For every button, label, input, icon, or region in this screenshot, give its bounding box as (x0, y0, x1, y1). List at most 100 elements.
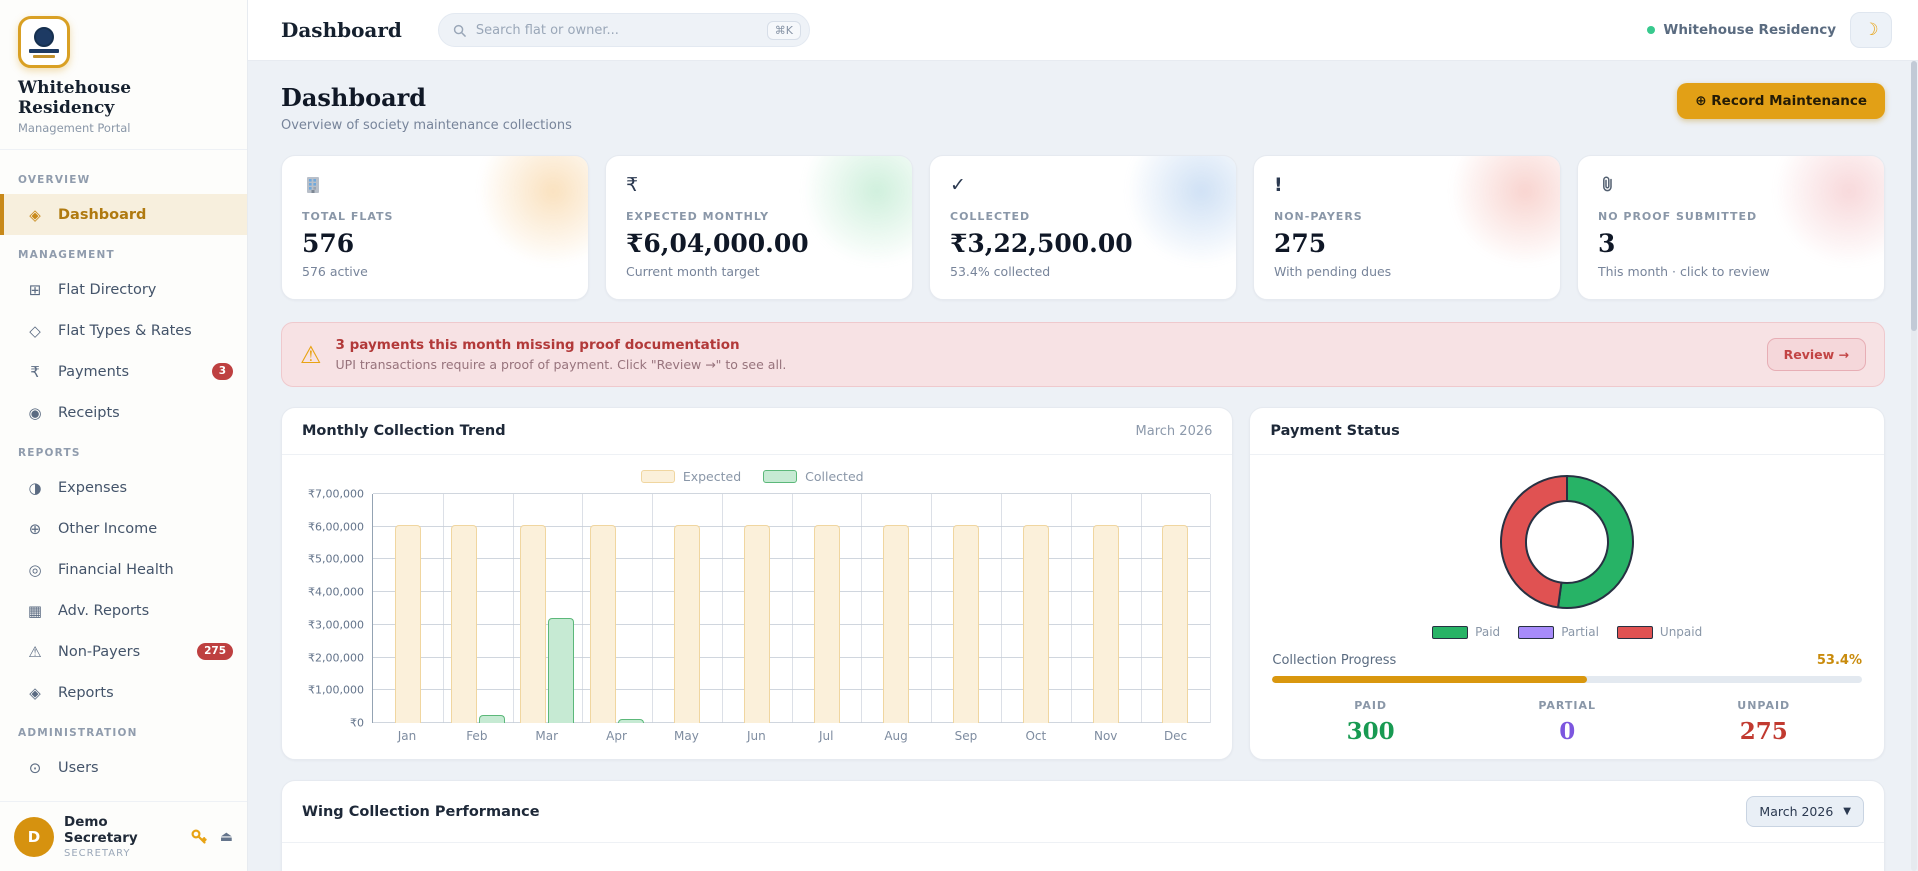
scrollbar-thumb[interactable] (1911, 61, 1917, 331)
scrollbar[interactable] (1911, 61, 1917, 871)
sidebar-item-adv-reports[interactable]: ▦Adv. Reports (0, 590, 247, 631)
stat-label: TOTAL FLATS (302, 210, 568, 223)
payment-breakdown: PAID300PARTIAL0UNPAID275 (1272, 699, 1862, 745)
stat-sub: Current month target (626, 264, 892, 279)
sidebar-item-label: Non-Payers (58, 644, 140, 660)
building-icon (302, 174, 568, 202)
alert-message: UPI transactions require a proof of paym… (336, 357, 787, 372)
stat-label: COLLECTED (950, 210, 1216, 223)
sidebar-nav: OVERVIEW◈DashboardMANAGEMENT⊞Flat Direct… (0, 150, 247, 801)
donut-segment-unpaid (1501, 476, 1567, 607)
breakdown-unpaid: UNPAID275 (1665, 699, 1862, 745)
stat-card-no-proof-submitted[interactable]: NO PROOF SUBMITTED3This month · click to… (1577, 155, 1885, 300)
record-maintenance-button[interactable]: ⊕ Record Maintenance (1677, 83, 1885, 119)
search-box[interactable]: ⌘K (438, 13, 810, 47)
donut-legend-paid: Paid (1432, 625, 1500, 639)
dashboard-icon: ◈ (26, 206, 44, 224)
expected-bar (744, 525, 770, 723)
sidebar-item-label: Flat Directory (58, 282, 156, 298)
online-dot-icon (1647, 26, 1655, 34)
expected-bar (1023, 525, 1049, 723)
sidebar-item-settings[interactable]: ⊚Settings (0, 788, 247, 801)
sidebar-item-flat-types-rates[interactable]: ◇Flat Types & Rates (0, 310, 247, 351)
bar-group-feb (443, 494, 513, 723)
sidebar-item-reports[interactable]: ◈Reports (0, 672, 247, 713)
rupee-icon: ₹ (626, 174, 892, 202)
nav-badge: 3 (212, 363, 233, 380)
sidebar-item-expenses[interactable]: ◑Expenses (0, 467, 247, 508)
app-root: Whitehouse Residency Management Portal O… (0, 0, 1918, 871)
key-icon[interactable] (190, 828, 208, 846)
user-card: D Demo Secretary SECRETARY ⏏ (0, 801, 247, 871)
receipt-icon: ◉ (26, 404, 44, 422)
moon-icon: ☽ (1863, 20, 1878, 40)
review-button[interactable]: Review → (1767, 338, 1866, 371)
expenses-icon: ◑ (26, 479, 44, 497)
stat-sub: With pending dues (1274, 264, 1540, 279)
sidebar-item-other-income[interactable]: ⊕Other Income (0, 508, 247, 549)
search-input[interactable] (476, 23, 757, 38)
bar-group-jul (792, 494, 862, 723)
sidebar-item-label: Settings (58, 801, 117, 802)
stat-value: ₹3,22,500.00 (950, 229, 1216, 258)
brand-block: Whitehouse Residency Management Portal (0, 0, 247, 150)
bar-group-mar (513, 494, 583, 723)
sidebar-item-dashboard[interactable]: ◈ Dashboard (0, 194, 247, 235)
sidebar-item-receipts[interactable]: ◉Receipts (0, 392, 247, 433)
y-tick-label: ₹7,00,000 (308, 488, 364, 501)
bar-group-nov (1071, 494, 1141, 723)
expected-bar (590, 525, 616, 723)
stat-card-total-flats: TOTAL FLATS576576 active (281, 155, 589, 300)
stat-sub: 53.4% collected (950, 264, 1216, 279)
stat-label: EXPECTED MONTHLY (626, 210, 892, 223)
nav-badge: 275 (197, 643, 233, 660)
sidebar-item-users[interactable]: ⊙Users (0, 747, 247, 788)
dark-mode-toggle[interactable]: ☽ (1850, 12, 1892, 48)
paperclip-icon (1598, 174, 1864, 202)
sidebar-item-financial-health[interactable]: ◎ Financial Health (0, 549, 247, 590)
expected-bar (814, 525, 840, 723)
month-select-value: March 2026 (1759, 804, 1833, 819)
progress-bar (1272, 676, 1862, 683)
nav-section-reports: REPORTS (0, 433, 247, 467)
stat-sub: 576 active (302, 264, 568, 279)
x-tick-label: Feb (442, 729, 512, 743)
bar-chart-plot (372, 494, 1210, 723)
month-select[interactable]: March 2026 ▼ (1746, 796, 1864, 827)
x-tick-label: Apr (582, 729, 652, 743)
nav-section-management: MANAGEMENT (0, 235, 247, 269)
stat-value: 275 (1274, 229, 1540, 258)
diamond-icon: ◇ (26, 322, 44, 340)
breakdown-paid: PAID300 (1272, 699, 1469, 745)
logout-icon[interactable]: ⏏ (220, 829, 233, 845)
sidebar-item-payments[interactable]: ₹Payments3 (0, 351, 247, 392)
x-tick-label: Jul (791, 729, 861, 743)
chevron-down-icon: ▼ (1843, 806, 1851, 817)
page-content: Dashboard Overview of society maintenanc… (248, 61, 1918, 871)
bar-group-apr (582, 494, 652, 723)
society-status: Whitehouse Residency (1647, 22, 1836, 38)
stat-value: 3 (1598, 229, 1864, 258)
sidebar-item-label: Dashboard (58, 207, 146, 223)
logo-emblem-icon (34, 27, 54, 47)
bar-group-oct (1001, 494, 1071, 723)
legend-collected: Collected (763, 469, 863, 484)
expected-bar (520, 525, 546, 723)
target-icon: ◎ (26, 561, 44, 579)
topbar: Dashboard ⌘K Whitehouse Residency ☽ (248, 0, 1918, 61)
expected-bar (1162, 525, 1188, 723)
sidebar-item-flat-directory[interactable]: ⊞Flat Directory (0, 269, 247, 310)
page-title: Dashboard (281, 83, 572, 112)
alert-title: 3 payments this month missing proof docu… (336, 337, 787, 353)
collected-bar (618, 719, 644, 723)
donut-legend-partial: Partial (1518, 625, 1599, 639)
society-logo (18, 16, 70, 68)
sidebar: Whitehouse Residency Management Portal O… (0, 0, 248, 871)
sidebar-item-non-payers[interactable]: ⚠Non-Payers275 (0, 631, 247, 672)
x-tick-label: Sep (931, 729, 1001, 743)
sidebar-item-label: Financial Health (58, 562, 174, 578)
bar-group-aug (861, 494, 931, 723)
chart-legend: ExpectedCollected (294, 469, 1210, 484)
bar-group-dec (1141, 494, 1211, 723)
society-subtitle: Management Portal (18, 121, 229, 135)
